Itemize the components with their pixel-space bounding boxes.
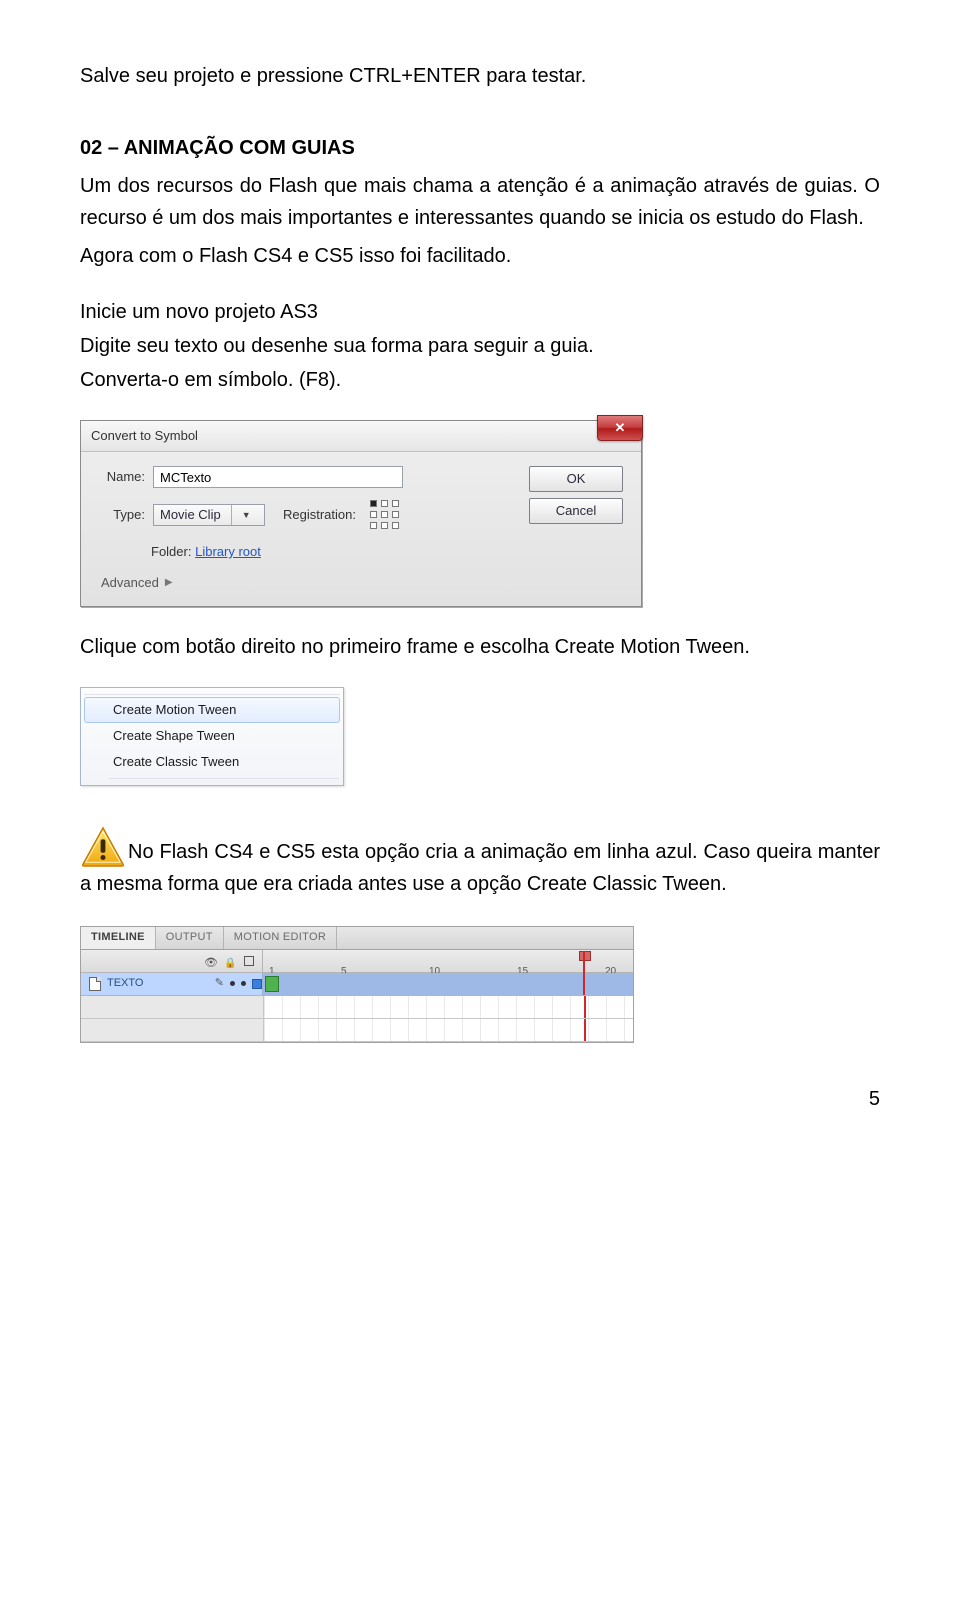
- folder-row: Folder: Library root: [151, 542, 625, 563]
- registration-label: Registration:: [283, 505, 356, 526]
- tab-output[interactable]: OUTPUT: [156, 927, 224, 949]
- folder-label: Folder:: [151, 544, 191, 559]
- cancel-button[interactable]: Cancel: [529, 498, 623, 524]
- type-label: Type:: [97, 505, 145, 526]
- dialog-titlebar: Convert to Symbol ✕: [81, 421, 641, 452]
- timeline-header: 1 5 10 15 20: [81, 950, 633, 973]
- folder-link[interactable]: Library root: [195, 544, 261, 559]
- lock-dot[interactable]: [241, 981, 246, 986]
- section-heading: 02 – ANIMAÇÃO COM GUIAS: [80, 132, 880, 164]
- timeline-panel: TIMELINE OUTPUT MOTION EDITOR 1 5 10 15 …: [80, 926, 634, 1043]
- close-button[interactable]: ✕: [597, 415, 643, 441]
- tab-timeline[interactable]: TIMELINE: [81, 927, 156, 949]
- name-label: Name:: [97, 467, 145, 488]
- menu-item-create-classic-tween[interactable]: Create Classic Tween: [84, 749, 340, 775]
- paragraph-5: Converta-o em símbolo. (F8).: [80, 364, 880, 396]
- warning-text: No Flash CS4 e CS5 esta opção cria a ani…: [80, 841, 880, 895]
- tab-motion-editor[interactable]: MOTION EDITOR: [224, 927, 337, 949]
- playhead-line-2: [584, 996, 586, 1018]
- chevron-right-icon: ▶: [165, 575, 173, 591]
- outline-icon[interactable]: [244, 956, 254, 966]
- paragraph-1: Um dos recursos do Flash que mais chama …: [80, 170, 880, 234]
- lock-icon[interactable]: [224, 955, 236, 967]
- empty-layer-row-2: [81, 1019, 633, 1042]
- eye-icon[interactable]: [204, 955, 216, 967]
- name-input[interactable]: [153, 466, 403, 488]
- advanced-toggle[interactable]: Advanced ▶: [101, 573, 625, 594]
- frames-area[interactable]: [263, 973, 633, 995]
- menu-item-create-shape-tween[interactable]: Create Shape Tween: [84, 723, 340, 749]
- layer-name: TEXTO: [107, 975, 143, 993]
- convert-to-symbol-dialog: Convert to Symbol ✕ OK Cancel Name: Type…: [80, 420, 642, 607]
- context-menu-screenshot: Create Motion Tween Create Shape Tween C…: [80, 687, 880, 786]
- type-value: Movie Clip: [160, 505, 221, 526]
- chevron-down-icon: ▼: [242, 508, 251, 522]
- playhead-line: [583, 951, 585, 995]
- keyframe-icon[interactable]: [265, 976, 279, 992]
- empty-layer-row: [81, 996, 633, 1019]
- paragraph-3: Inicie um novo projeto AS3: [80, 296, 880, 328]
- dialog-title: Convert to Symbol: [91, 426, 198, 447]
- playhead-line-3: [584, 1019, 586, 1041]
- ok-button[interactable]: OK: [529, 466, 623, 492]
- timeline-screenshot: TIMELINE OUTPUT MOTION EDITOR 1 5 10 15 …: [80, 926, 880, 1043]
- registration-grid[interactable]: [370, 500, 400, 530]
- layer-icon: [89, 977, 101, 991]
- close-icon: ✕: [615, 418, 626, 439]
- dialog-screenshot: Convert to Symbol ✕ OK Cancel Name: Type…: [80, 420, 880, 607]
- paragraph-4: Digite seu texto ou desenhe sua forma pa…: [80, 330, 880, 362]
- intro-paragraph: Salve seu projeto e pressione CTRL+ENTER…: [80, 60, 880, 92]
- warning-note: No Flash CS4 e CS5 esta opção cria a ani…: [80, 826, 880, 900]
- timeline-tabs: TIMELINE OUTPUT MOTION EDITOR: [81, 927, 633, 950]
- dropdown-separator: [231, 505, 232, 525]
- playhead-icon[interactable]: [579, 951, 591, 961]
- visibility-dot[interactable]: [230, 981, 235, 986]
- type-dropdown[interactable]: Movie Clip ▼: [153, 504, 265, 526]
- layer-row[interactable]: TEXTO: [81, 973, 633, 996]
- pencil-icon: [215, 975, 224, 993]
- page-number: 5: [80, 1083, 880, 1115]
- context-menu: Create Motion Tween Create Shape Tween C…: [80, 687, 344, 786]
- after-dialog-paragraph: Clique com botão direito no primeiro fra…: [80, 631, 880, 663]
- warning-icon: [80, 826, 126, 868]
- outline-color-icon[interactable]: [252, 979, 262, 989]
- menu-item-create-motion-tween[interactable]: Create Motion Tween: [84, 697, 340, 723]
- paragraph-2: Agora com o Flash CS4 e CS5 isso foi fac…: [80, 240, 880, 272]
- advanced-label: Advanced: [101, 573, 159, 594]
